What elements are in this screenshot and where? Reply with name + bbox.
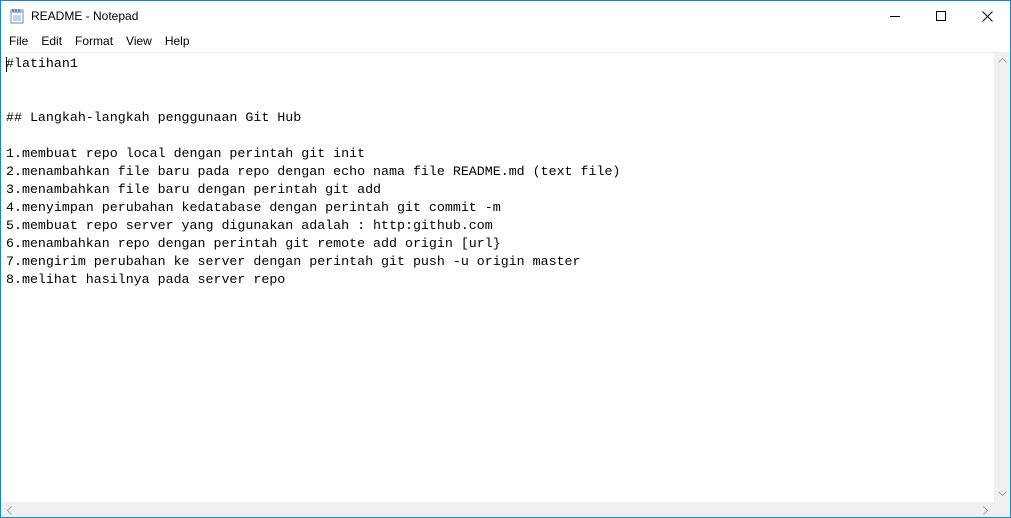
- close-icon: [981, 10, 993, 22]
- editor-line: 5.membuat repo server yang digunakan ada…: [6, 218, 493, 233]
- editor-line: 6.menambahkan repo dengan perintah git r…: [6, 236, 501, 251]
- editor-line: 8.melihat hasilnya pada server repo: [6, 272, 286, 287]
- editor-content[interactable]: #latihan1 ## Langkah-langkah penggunaan …: [6, 55, 620, 289]
- menu-bar: File Edit Format View Help: [1, 31, 1010, 51]
- editor-line: 4.menyimpan perubahan kedatabase dengan …: [6, 200, 501, 215]
- editor-line: 7.mengirim perubahan ke server dengan pe…: [6, 254, 581, 269]
- menu-view[interactable]: View: [119, 31, 158, 51]
- chevron-left-icon: [7, 506, 12, 515]
- chevron-up-icon: [998, 58, 1007, 63]
- scroll-right-button[interactable]: [977, 502, 994, 517]
- editor-line: 3.menambahkan file baru dengan perintah …: [6, 182, 382, 197]
- editor-line: #latihan1: [6, 56, 78, 71]
- editor-line: 1.membuat repo local dengan perintah git…: [6, 146, 366, 161]
- chevron-right-icon: [983, 506, 988, 515]
- editor-line: 2.menambahkan file baru pada repo dengan…: [6, 164, 621, 179]
- scroll-left-button[interactable]: [1, 502, 18, 517]
- minimize-icon: [890, 16, 900, 17]
- menu-format[interactable]: Format: [68, 31, 119, 51]
- text-editor[interactable]: #latihan1 ## Langkah-langkah penggunaan …: [1, 52, 994, 503]
- maximize-button[interactable]: [918, 1, 964, 31]
- menu-file[interactable]: File: [1, 31, 34, 51]
- chevron-down-icon: [998, 491, 1007, 496]
- notepad-window: README - Notepad File Edit Format View H…: [0, 0, 1011, 518]
- editor-line: ## Langkah-langkah penggunaan Git Hub: [6, 110, 302, 125]
- minimize-button[interactable]: [872, 1, 918, 31]
- notepad-icon[interactable]: [10, 8, 24, 24]
- size-grip[interactable]: [994, 502, 1010, 517]
- menu-help[interactable]: Help: [158, 31, 196, 51]
- horizontal-scrollbar[interactable]: [1, 502, 994, 517]
- scroll-down-button[interactable]: [994, 485, 1010, 502]
- text-caret: [6, 57, 7, 72]
- close-button[interactable]: [964, 1, 1010, 31]
- window-title: README - Notepad: [31, 9, 139, 23]
- maximize-icon: [936, 11, 946, 21]
- menu-edit[interactable]: Edit: [34, 31, 68, 51]
- scroll-up-button[interactable]: [994, 52, 1010, 69]
- title-bar[interactable]: README - Notepad: [1, 1, 1010, 31]
- vertical-scrollbar[interactable]: [994, 52, 1010, 502]
